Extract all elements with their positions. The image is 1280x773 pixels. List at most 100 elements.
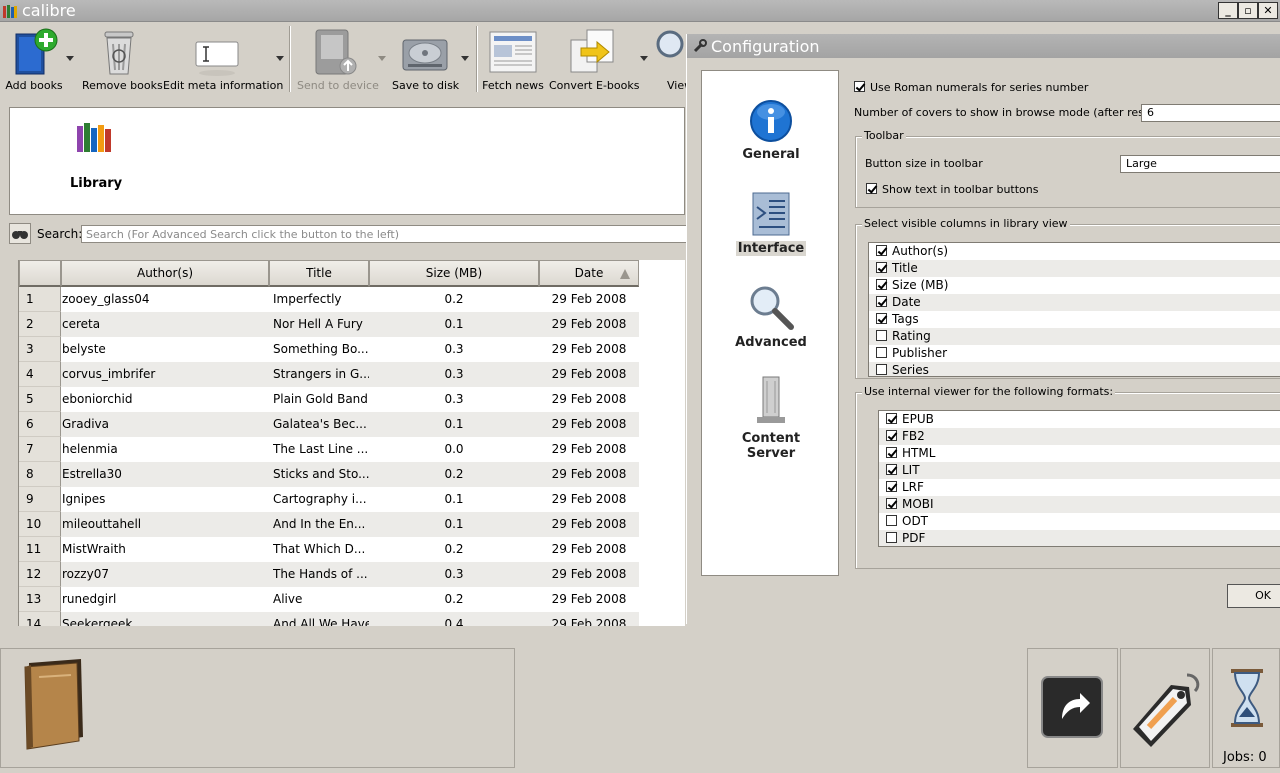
format-option[interactable]: FB2 — [879, 428, 1280, 445]
column-option[interactable]: Author(s) — [869, 243, 1280, 260]
remove-books-button[interactable]: Remove books — [82, 22, 163, 98]
cell-size: 0.3 — [444, 367, 464, 381]
view-button[interactable]: View — [652, 22, 686, 98]
column-option[interactable]: Publisher — [869, 345, 1280, 362]
table-row[interactable]: 11 MistWraith That Which D... 0.2 29 Feb 200… — [19, 537, 685, 562]
category-general[interactable]: General — [702, 99, 840, 162]
cell-author: helenmia — [62, 442, 118, 456]
table-row[interactable]: 9 Ignipes Cartography i... 0.1 29 Feb 2008 — [19, 487, 685, 512]
checkbox-icon[interactable] — [876, 262, 887, 273]
checkbox-icon[interactable] — [886, 447, 897, 458]
format-option-label: PDF — [902, 531, 926, 545]
save-to-disk-dropdown-arrow[interactable] — [461, 56, 469, 61]
wrench-icon — [693, 39, 707, 53]
category-interface[interactable]: Interface — [702, 191, 840, 256]
table-row[interactable]: 7 helenmia The Last Line ... 0.0 29 Feb 2008 — [19, 437, 685, 462]
checkbox-icon[interactable] — [876, 296, 887, 307]
checkbox-icon[interactable] — [876, 347, 887, 358]
table-row[interactable]: 12 rozzy07 The Hands of ... 0.3 29 Feb 2008 — [19, 562, 685, 587]
cell-title: Alive — [273, 592, 303, 606]
checkbox-icon[interactable] — [886, 515, 897, 526]
column-header-size[interactable]: Size (MB) — [369, 260, 539, 287]
table-row[interactable]: 3 belyste Something Bo... 0.3 29 Feb 2008 — [19, 337, 685, 362]
columns-groupbox: Select visible columns in library view A… — [855, 217, 1280, 379]
minimize-button[interactable]: _ — [1218, 2, 1238, 19]
add-book-icon — [15, 28, 58, 75]
edit-metadata-dropdown-arrow[interactable] — [276, 56, 284, 61]
format-option[interactable]: PDF — [879, 530, 1280, 546]
column-option[interactable]: Rating — [869, 328, 1280, 345]
cell-author: runedgirl — [62, 592, 117, 606]
format-option[interactable]: EPUB — [879, 411, 1280, 428]
column-option[interactable]: Tags — [869, 311, 1280, 328]
column-option-label: Rating — [892, 329, 931, 343]
column-header-author[interactable]: Author(s) — [61, 260, 269, 287]
table-row[interactable]: 8 Estrella30 Sticks and Sto... 0.2 29 Feb 20… — [19, 462, 685, 487]
advanced-search-button[interactable] — [9, 223, 31, 244]
checkbox-icon[interactable] — [876, 313, 887, 324]
format-option[interactable]: MOBI — [879, 496, 1280, 513]
checkbox-icon[interactable] — [876, 279, 887, 290]
edit-metadata-button[interactable]: Edit meta information — [163, 22, 283, 98]
column-option-label: Author(s) — [892, 244, 949, 258]
checkbox-icon[interactable] — [886, 498, 897, 509]
cell-author: zooey_glass04 — [62, 292, 150, 306]
tag-editor-panel[interactable] — [1120, 648, 1210, 768]
checkbox-icon[interactable] — [886, 532, 897, 543]
table-row[interactable]: 5 eboniorchid Plain Gold Band 0.3 29 Feb 200… — [19, 387, 685, 412]
column-option[interactable]: Size (MB) — [869, 277, 1280, 294]
ok-button[interactable]: OK — [1227, 584, 1280, 608]
table-row[interactable]: 4 corvus_imbrifer Strangers in G... 0.3 29 F… — [19, 362, 685, 387]
checkbox-icon[interactable] — [876, 245, 887, 256]
open-folder-panel[interactable] — [1027, 648, 1118, 768]
save-to-disk-button[interactable]: Save to disk — [392, 22, 459, 98]
checkbox-icon[interactable] — [886, 430, 897, 441]
checkbox-icon[interactable] — [886, 464, 897, 475]
format-option[interactable]: LRF — [879, 479, 1280, 496]
format-option[interactable]: LIT — [879, 462, 1280, 479]
add-books-dropdown-arrow[interactable] — [66, 56, 74, 61]
server-icon — [757, 376, 785, 423]
checkbox-icon[interactable] — [876, 330, 887, 341]
table-row[interactable]: 2 cereta Nor Hell A Fury 0.1 29 Feb 2008 — [19, 312, 685, 337]
convert-ebooks-dropdown-arrow[interactable] — [640, 56, 648, 61]
search-input[interactable] — [81, 225, 691, 243]
column-option-label: Size (MB) — [892, 278, 949, 292]
checkbox-icon[interactable] — [876, 364, 887, 375]
row-cells: cereta Nor Hell A Fury 0.1 29 Feb 2008 — [61, 312, 639, 337]
cell-author: eboniorchid — [62, 392, 133, 406]
format-option[interactable]: HTML — [879, 445, 1280, 462]
column-header-date[interactable]: Date — [539, 260, 639, 287]
show-text-checkbox[interactable]: Show text in toolbar buttons — [866, 183, 1039, 196]
category-content-server[interactable]: Content Server — [702, 375, 840, 461]
covers-spinbox[interactable]: 6 — [1141, 104, 1280, 122]
send-to-device-dropdown-arrow[interactable] — [378, 56, 386, 61]
table-corner[interactable] — [19, 260, 61, 287]
column-header-title[interactable]: Title — [269, 260, 369, 287]
roman-numerals-checkbox[interactable]: Use Roman numerals for series number — [854, 81, 1088, 94]
checkbox-icon[interactable] — [886, 413, 897, 424]
table-row[interactable]: 13 runedgirl Alive 0.2 29 Feb 2008 — [19, 587, 685, 612]
row-cells: zooey_glass04 Imperfectly 0.2 29 Feb 2008 — [61, 287, 639, 312]
cell-size: 0.3 — [444, 567, 464, 581]
button-size-select[interactable]: Large — [1120, 155, 1280, 173]
column-option[interactable]: Series — [869, 362, 1280, 376]
add-books-button[interactable]: Add books — [4, 22, 64, 98]
table-row[interactable]: 1 zooey_glass04 Imperfectly 0.2 29 Feb 2008 — [19, 287, 685, 312]
row-number: 14 — [19, 612, 61, 626]
checkbox-icon[interactable] — [886, 481, 897, 492]
column-option[interactable]: Date — [869, 294, 1280, 311]
close-button[interactable]: ✕ — [1258, 2, 1278, 19]
maximize-button[interactable]: ▫ — [1238, 2, 1258, 19]
cell-title: Imperfectly — [273, 292, 342, 306]
fetch-news-button[interactable]: Fetch news — [482, 22, 544, 98]
format-option[interactable]: ODT — [879, 513, 1280, 530]
table-row[interactable]: 10 mileouttahell And In the En... 0.1 29 Feb… — [19, 512, 685, 537]
category-advanced[interactable]: Advanced — [702, 283, 840, 350]
convert-ebooks-button[interactable]: Convert E-books — [549, 22, 639, 98]
table-row[interactable]: 6 Gradiva Galatea's Bec... 0.1 29 Feb 2008 — [19, 412, 685, 437]
table-row[interactable]: 14 Seekergeek And All We Have 0.4 29 Feb 200… — [19, 612, 685, 626]
column-option[interactable]: Title — [869, 260, 1280, 277]
news-icon — [489, 31, 537, 73]
send-to-device-button[interactable]: Send to device — [297, 22, 379, 98]
